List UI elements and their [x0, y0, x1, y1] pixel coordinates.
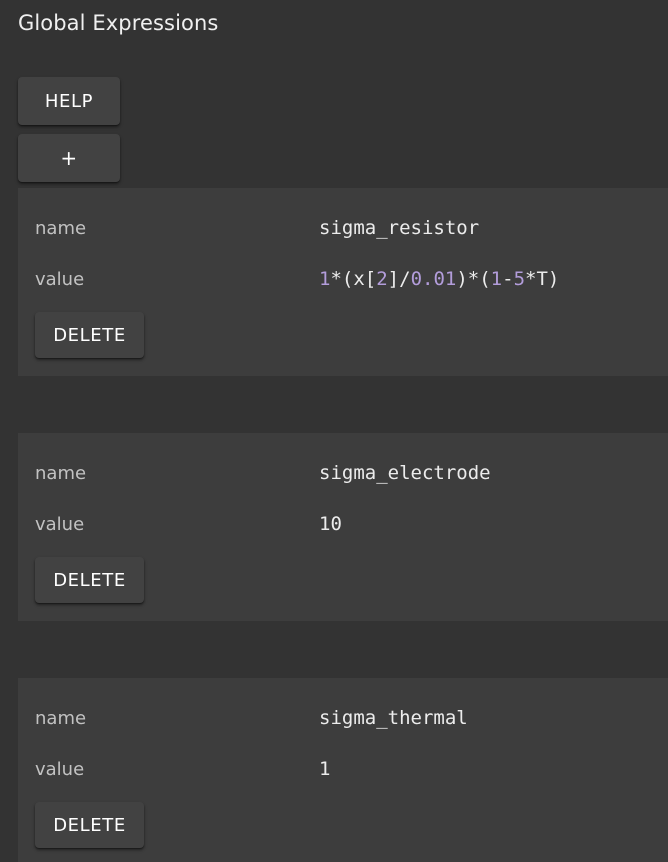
value-label: value [35, 759, 85, 780]
value-token: 1 [490, 268, 503, 290]
value-token: 1 [319, 268, 331, 290]
value-token: - [502, 268, 514, 290]
expression-name-field[interactable]: sigma_resistor [319, 217, 479, 239]
value-label: value [35, 514, 85, 535]
expression-name-field[interactable]: sigma_thermal [319, 707, 468, 729]
value-token: *T) [525, 268, 560, 290]
delete-button[interactable]: DELETE [35, 802, 144, 848]
name-label: name [35, 463, 87, 484]
delete-button[interactable]: DELETE [35, 312, 144, 358]
value-token: 2 [376, 268, 388, 290]
value-token: 5 [513, 268, 526, 290]
expression-card: name sigma_electrode value 10 DELETE [18, 433, 668, 621]
name-label: name [35, 708, 87, 729]
delete-button[interactable]: DELETE [35, 557, 144, 603]
value-token: ]/ [387, 268, 411, 290]
expression-value-field[interactable]: 1*(x[2]/0.01)*(1-5*T) [319, 268, 559, 290]
expression-value-field[interactable]: 10 [319, 513, 342, 535]
name-label: name [35, 218, 87, 239]
value-label: value [35, 269, 85, 290]
expression-card: name sigma_resistor value 1*(x[2]/0.01)*… [18, 188, 668, 376]
expression-value-field[interactable]: 1 [319, 758, 330, 780]
value-token: *(x[ [330, 268, 377, 290]
help-button[interactable]: HELP [18, 77, 120, 125]
value-token: )*( [456, 268, 491, 290]
add-expression-button[interactable]: + [18, 134, 120, 182]
panel-title: Global Expressions [18, 11, 219, 35]
value-token: 0.01 [410, 268, 457, 290]
expression-name-field[interactable]: sigma_electrode [319, 462, 491, 484]
expression-card: name sigma_thermal value 1 DELETE [18, 678, 668, 862]
